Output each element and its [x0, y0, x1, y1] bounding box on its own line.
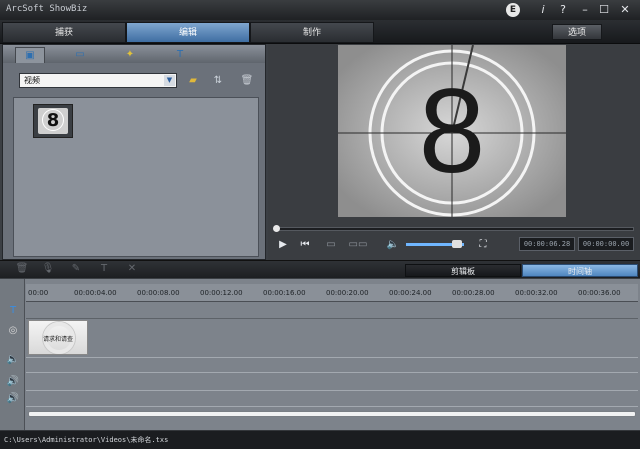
folder-icon[interactable]: ▰ — [185, 73, 201, 88]
media-thumbnail[interactable]: 8 — [33, 104, 73, 138]
media-area: 8 — [13, 97, 259, 257]
narration-track-icon[interactable]: 🔊 — [6, 392, 20, 406]
track-divider — [26, 318, 638, 319]
media-type-value: 视频 — [24, 76, 40, 85]
track-divider — [26, 406, 638, 407]
timeline-tab[interactable]: 时间轴 — [522, 264, 638, 277]
options-button[interactable]: 选项 — [552, 24, 602, 40]
app-window: ArcSoft ShowBiz E i ? – ☐ ✕ 捕获 编辑 制作 选项 … — [0, 0, 640, 449]
main-nav: 捕获 编辑 制作 选项 — [0, 20, 640, 44]
playback-scrubber[interactable] — [273, 225, 634, 232]
text-tab-icon[interactable]: T — [165, 47, 195, 63]
title-track-icon[interactable]: T — [6, 304, 20, 318]
stop-start-icon[interactable]: ⏮ — [298, 239, 312, 251]
scrubber-knob[interactable] — [273, 225, 280, 232]
timeline-clip[interactable]: 请求和请查 — [28, 320, 88, 355]
ruler-label: 00:00:04.00 — [74, 289, 117, 297]
library-tabs: ▣ ▭ ✦ T — [3, 45, 265, 63]
audio-record-icon[interactable]: 🎙 — [40, 262, 56, 276]
track-divider — [26, 372, 638, 373]
current-time: 00:00:06.28 — [519, 237, 575, 251]
close-icon[interactable]: ✕ — [617, 2, 633, 18]
track-divider — [26, 357, 638, 358]
ruler-label: 00:00:36.00 — [578, 289, 621, 297]
total-time: 00:00:00.00 — [578, 237, 634, 251]
storyboard-tab[interactable]: 剪辑板 — [405, 264, 521, 277]
split-icon[interactable]: ✕ — [124, 262, 140, 276]
ruler-label: 00:00:28.00 — [452, 289, 495, 297]
maximize-icon[interactable]: ☐ — [596, 2, 612, 18]
text-edit-icon[interactable]: T — [96, 262, 112, 276]
sort-icon[interactable]: ⇅ — [210, 73, 226, 88]
video-track-icon[interactable]: ◎ — [6, 324, 20, 338]
tab-capture[interactable]: 捕获 — [2, 22, 126, 43]
ruler-label: 00:00:08.00 — [137, 289, 180, 297]
minimize-icon[interactable]: – — [577, 2, 593, 18]
multi-frame-icon[interactable]: ▭▭ — [346, 239, 370, 251]
filmstrip-tab-icon[interactable]: ▭ — [65, 47, 95, 63]
clip-label: 请求和请查 — [42, 336, 73, 343]
info-icon[interactable]: i — [535, 2, 551, 18]
media-tab-icon[interactable]: ▣ — [15, 47, 45, 63]
timeline-scrollbar[interactable] — [28, 411, 636, 417]
single-frame-icon[interactable]: ▭ — [322, 239, 340, 251]
app-title: ArcSoft ShowBiz — [6, 4, 88, 14]
track-divider — [26, 390, 638, 391]
media-library-panel: ▣ ▭ ✦ T 视频 ▼ ▰ ⇅ 🗑 8 — [2, 44, 266, 260]
delete-icon[interactable]: 🗑 — [14, 262, 30, 276]
media-type-dropdown[interactable]: 视频 ▼ — [19, 73, 177, 88]
project-path: C:\Users\Administrator\Videos\未命名.txs — [4, 436, 169, 444]
magic-tab-icon[interactable]: ✦ — [115, 47, 145, 63]
thumbnail-frame: 8 — [38, 108, 68, 134]
fullscreen-icon[interactable]: ⛶ — [476, 239, 490, 251]
edit-icon[interactable]: ✎ — [68, 262, 84, 276]
play-icon[interactable]: ▶ — [276, 239, 290, 251]
thumbnail-number: 8 — [46, 110, 60, 131]
e-icon[interactable]: E — [506, 3, 520, 17]
audio-track-icon[interactable]: 🔈 — [6, 353, 20, 367]
ruler-label: 00:00 — [28, 289, 49, 297]
video-preview: 8 — [338, 45, 566, 217]
trash-icon[interactable]: 🗑 — [239, 73, 255, 88]
music-track-icon[interactable]: 🔊 — [6, 375, 20, 389]
title-bar: ArcSoft ShowBiz E i ? – ☐ ✕ — [0, 0, 640, 20]
help-icon[interactable]: ? — [555, 2, 571, 18]
ruler-label: 00:00:12.00 — [200, 289, 243, 297]
ruler-label: 00:00:24.00 — [389, 289, 432, 297]
ruler-label: 00:00:32.00 — [515, 289, 558, 297]
ruler-label: 00:00:16.00 — [263, 289, 306, 297]
tab-edit[interactable]: 编辑 — [126, 22, 250, 43]
countdown-number: 8 — [418, 64, 486, 198]
chevron-down-icon: ▼ — [164, 75, 175, 86]
volume-knob[interactable] — [452, 240, 462, 248]
ruler-label: 00:00:20.00 — [326, 289, 369, 297]
volume-icon[interactable]: 🔈 — [386, 239, 400, 251]
tab-produce[interactable]: 制作 — [250, 22, 374, 43]
